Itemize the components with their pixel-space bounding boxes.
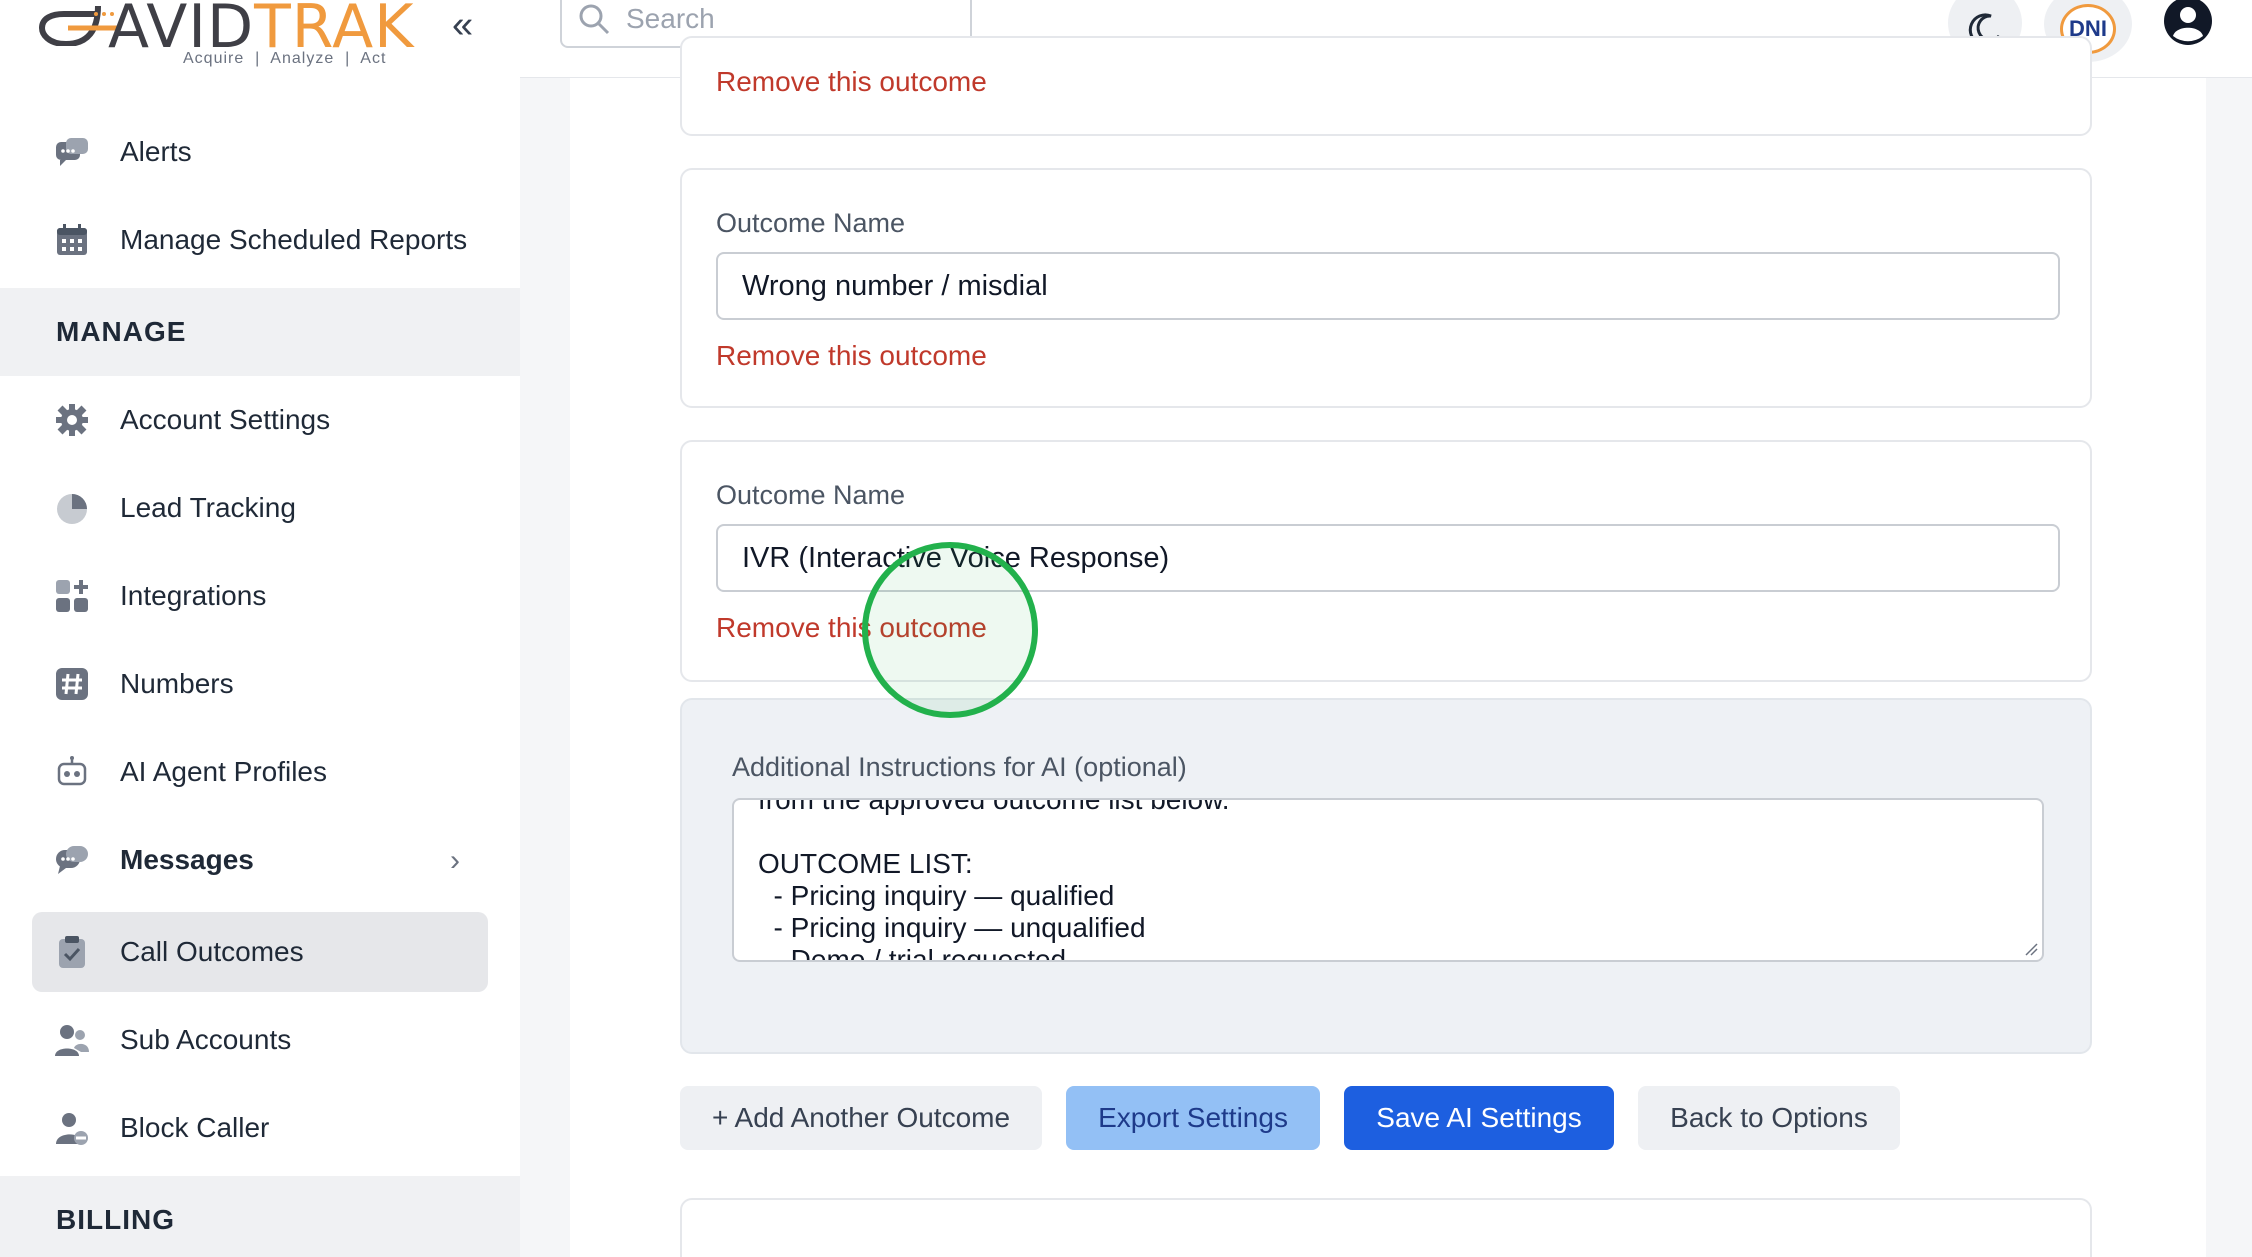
outcome-card-2: Outcome Name Wrong number / misdial Remo… xyxy=(680,168,2092,408)
remove-outcome-link[interactable]: Remove this outcome xyxy=(716,66,987,98)
search-input[interactable] xyxy=(626,3,946,35)
brand-logo[interactable]: AVIDTRAK Acquire | Analyze | Act xyxy=(38,0,438,72)
outcome-name-input[interactable]: Wrong number / misdial xyxy=(716,252,2060,320)
section-header-billing: BILLING xyxy=(0,1176,520,1257)
sidebar-item-ai-agent-profiles[interactable]: AI Agent Profiles xyxy=(32,732,488,812)
sidebar-item-sub-accounts[interactable]: Sub Accounts xyxy=(32,1000,488,1080)
sidebar-item-call-outcomes[interactable]: Call Outcomes xyxy=(32,912,488,992)
outcome-name-label: Outcome Name xyxy=(716,480,906,510)
outcome-name-input[interactable]: IVR (Interactive Voice Response) xyxy=(716,524,2060,592)
ai-instructions-label: Additional Instructions for AI (optional… xyxy=(732,752,1187,782)
sidebar-item-integrations[interactable]: Integrations xyxy=(32,556,488,636)
outcome-card-1: Remove this outcome xyxy=(680,36,2092,136)
sidebar: AVIDTRAK Acquire | Analyze | Act « Alert… xyxy=(0,0,520,1257)
resize-handle-icon[interactable] xyxy=(2024,942,2038,956)
clipboard-check-icon xyxy=(54,934,90,970)
sidebar-item-label: Numbers xyxy=(120,668,234,699)
brand-tagline: Acquire | Analyze | Act xyxy=(183,50,387,67)
users-icon xyxy=(54,1022,90,1058)
sidebar-item-alerts[interactable]: Alerts xyxy=(32,112,488,192)
remove-outcome-link[interactable]: Remove this outcome xyxy=(716,612,987,644)
user-avatar-icon xyxy=(2164,0,2212,45)
sidebar-item-label: Messages xyxy=(120,844,254,875)
chat-bubble-icon xyxy=(54,842,90,878)
user-block-icon xyxy=(54,1110,90,1146)
add-outcome-button[interactable]: + Add Another Outcome xyxy=(680,1086,1042,1150)
hash-icon xyxy=(54,666,90,702)
ai-instructions-textarea[interactable]: from the approved outcome list below. OU… xyxy=(732,798,2044,962)
user-menu-button[interactable] xyxy=(2160,0,2216,45)
chat-bubble-icon xyxy=(54,134,90,170)
robot-icon xyxy=(54,754,90,790)
sidebar-item-numbers[interactable]: Numbers xyxy=(32,644,488,724)
section-header-manage: MANAGE xyxy=(0,288,520,376)
sidebar-item-block-caller[interactable]: Block Caller xyxy=(32,1088,488,1168)
chevron-right-icon: › xyxy=(450,844,460,877)
search-icon xyxy=(579,4,610,35)
remove-outcome-link[interactable]: Remove this outcome xyxy=(716,340,987,372)
sidebar-item-messages[interactable]: Messages › xyxy=(32,820,488,900)
sidebar-item-scheduled-reports[interactable]: Manage Scheduled Reports xyxy=(32,200,488,280)
sidebar-item-lead-tracking[interactable]: Lead Tracking xyxy=(32,468,488,548)
sidebar-item-label: Call Outcomes xyxy=(120,936,304,967)
ai-instructions-text: from the approved outcome list below. OU… xyxy=(758,798,1230,962)
back-to-options-button[interactable]: Back to Options xyxy=(1638,1086,1900,1150)
sidebar-item-label: Lead Tracking xyxy=(120,492,296,523)
outcome-name-label: Outcome Name xyxy=(716,208,906,238)
calendar-icon xyxy=(54,222,90,258)
sidebar-item-label: Account Settings xyxy=(120,404,331,435)
export-settings-button[interactable]: Export Settings xyxy=(1066,1086,1320,1150)
grid-plus-icon xyxy=(54,578,90,614)
gear-icon xyxy=(54,402,90,438)
save-ai-settings-button[interactable]: Save AI Settings xyxy=(1344,1086,1614,1150)
ai-instructions-panel: Additional Instructions for AI (optional… xyxy=(680,698,2092,1054)
sidebar-item-label: AI Agent Profiles xyxy=(120,756,328,787)
outcome-card-3: Outcome Name IVR (Interactive Voice Resp… xyxy=(680,440,2092,682)
sidebar-item-label: Alerts xyxy=(120,136,192,167)
sidebar-item-account-settings[interactable]: Account Settings xyxy=(32,380,488,460)
sidebar-item-label: Block Caller xyxy=(120,1112,270,1143)
collapse-sidebar-button[interactable]: « xyxy=(452,4,473,47)
sidebar-item-label: Sub Accounts xyxy=(120,1024,292,1055)
sidebar-item-label: Manage Scheduled Reports xyxy=(120,224,468,255)
next-card xyxy=(680,1198,2092,1257)
sidebar-item-label: Integrations xyxy=(120,580,267,611)
pie-chart-icon xyxy=(54,490,90,526)
